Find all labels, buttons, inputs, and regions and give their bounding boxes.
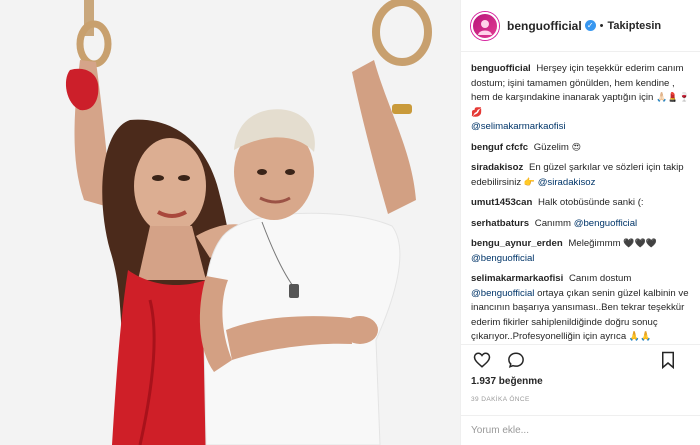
comment-button[interactable] [505,349,527,371]
photo-image [0,0,460,445]
comment-username[interactable]: benguofficial [471,63,531,74]
post-timestamp: 39 DAKİKA ÖNCE [471,396,530,403]
header-username[interactable]: benguofficial [507,19,582,33]
post-side-panel: benguofficial ✓ • Takiptesin benguoffici… [460,0,700,445]
comment-emoji: 😍 [571,142,581,153]
comment-mention[interactable]: @selimakarmarkaofisi [471,121,566,132]
comment-item: siradakisoz En güzel şarkılar ve sözleri… [471,161,693,190]
comment-item: benguf cfcfc Güzelim 😍 [471,141,693,156]
likes-count[interactable]: 1.937 beğenme [471,376,543,387]
comment-item: selimakarmarkaofisi Canım dostum @benguo… [471,272,693,344]
comment-username[interactable]: benguf cfcfc [471,142,528,153]
avatar-figure-icon [478,19,492,35]
follow-status-button[interactable]: Takiptesin [608,20,662,32]
action-bar [461,344,700,374]
add-comment-bar [461,415,700,445]
comment-username[interactable]: selimakarmarkaofisi [471,273,563,284]
instagram-post: benguofficial ✓ • Takiptesin benguoffici… [0,0,700,445]
post-header: benguofficial ✓ • Takiptesin [461,0,700,52]
comment-text: Canım dostum [568,273,632,284]
save-button[interactable] [657,349,679,371]
comment-item: umut1453can Halk otobüsünde sanki (: [471,196,693,211]
comment-emoji: 👉 [523,177,536,188]
verified-badge-icon: ✓ [584,20,596,31]
comment-caption: benguofficial Herşey için teşekkür ederi… [471,62,693,135]
comment-username[interactable]: serhatbaturs [471,218,529,229]
comment-text: Güzelim [533,141,569,153]
comment-emoji: 🙏🙏 [628,332,652,342]
comment-mention[interactable]: @benguofficial [471,253,534,264]
comment-username[interactable]: bengu_aynur_erden [471,238,563,249]
comment-mention[interactable]: @benguofficial [574,218,637,229]
profile-avatar[interactable] [471,11,499,40]
comment-item: serhatbaturs Canımm @benguofficial [471,217,693,232]
post-photo[interactable] [0,0,460,445]
comment-text: Canımm [534,217,572,229]
speech-bubble-icon [508,351,524,368]
comment-username[interactable]: siradakisoz [471,162,523,173]
comment-mention[interactable]: @benguofficial [471,288,534,299]
comment-input[interactable] [471,425,671,436]
comment-text: Meleğimmm [568,238,621,249]
like-button[interactable] [471,349,493,371]
comment-username[interactable]: umut1453can [471,197,532,208]
comment-text: Halk otobüsünde sanki (: [538,197,644,208]
heart-icon [473,351,491,368]
header-separator: • [599,19,604,32]
comment-item: bengu_aynur_erden Meleğimmm 🖤🖤🖤 @benguof… [471,237,693,266]
comments-list[interactable]: benguofficial Herşey için teşekkür ederi… [471,62,693,344]
comment-mention[interactable]: @siradakisoz [538,177,596,188]
bookmark-icon [662,351,674,369]
comment-emoji: 🖤🖤🖤 [623,239,657,249]
